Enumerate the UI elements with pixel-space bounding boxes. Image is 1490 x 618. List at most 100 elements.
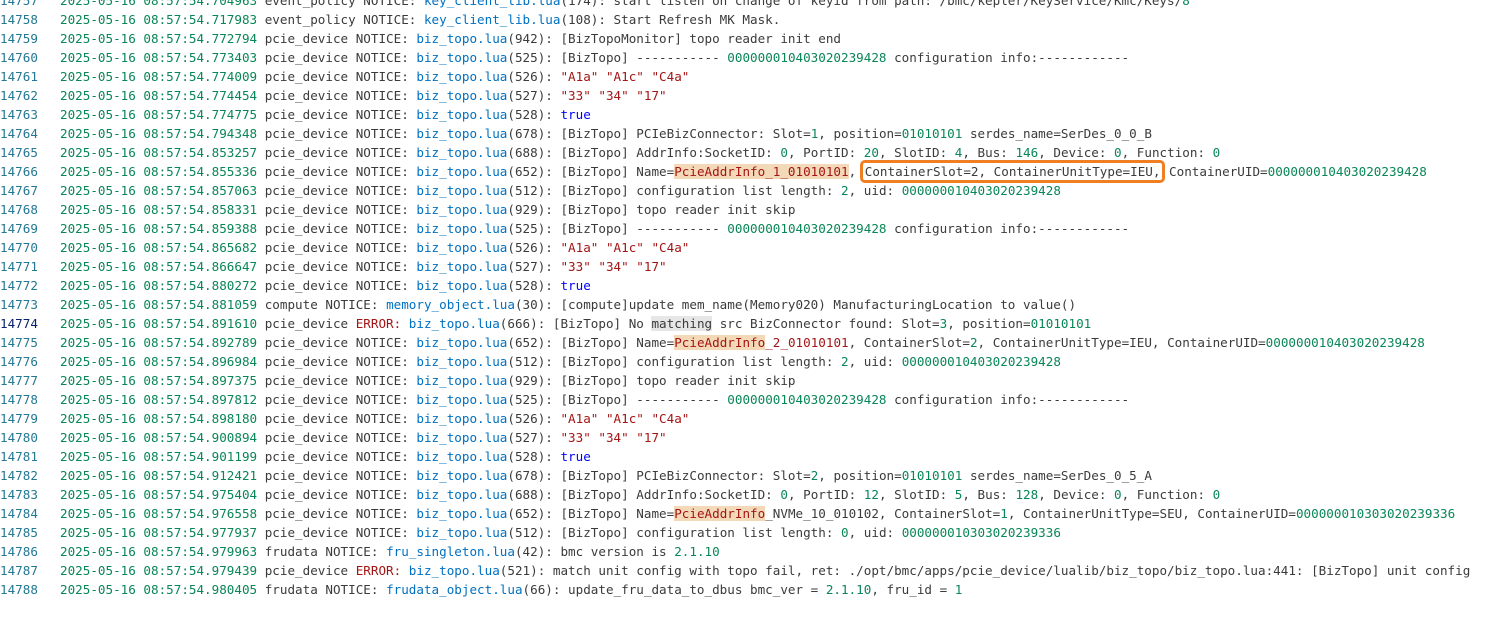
timestamp: 2025-05-16 08:57:54.853257 [60,145,258,160]
log-line[interactable]: 14778 2025-05-16 08:57:54.897812 pcie_dev… [0,390,1490,409]
log-line[interactable]: 14775 2025-05-16 08:57:54.892789 pcie_dev… [0,333,1490,352]
log-line[interactable]: 14781 2025-05-16 08:57:54.901199 pcie_dev… [0,447,1490,466]
log-line[interactable]: 14770 2025-05-16 08:57:54.865682 pcie_dev… [0,238,1490,257]
log-line[interactable]: 14765 2025-05-16 08:57:54.853257 pcie_dev… [0,143,1490,162]
source-link[interactable]: biz_topo.lua [416,449,507,464]
log-text: configuration info:------------ [886,221,1130,236]
source-link[interactable]: biz_topo.lua [416,31,507,46]
source-link[interactable]: biz_topo.lua [409,316,500,331]
log-text: , SlotID: [878,145,955,160]
source-link[interactable]: biz_topo.lua [416,164,507,179]
log-line[interactable]: 14769 2025-05-16 08:57:54.859388 pcie_dev… [0,219,1490,238]
search-highlight: PcieAddrInfo [674,335,766,350]
log-line[interactable]: 14761 2025-05-16 08:57:54.774009 pcie_dev… [0,67,1490,86]
source-link[interactable]: biz_topo.lua [409,563,500,578]
log-line[interactable]: 14764 2025-05-16 08:57:54.794348 pcie_dev… [0,124,1490,143]
log-line[interactable]: 14788 2025-05-16 08:57:54.980405 frudata … [0,580,1490,599]
source-link[interactable]: biz_topo.lua [416,335,507,350]
source-link[interactable]: biz_topo.lua [416,278,507,293]
line-number: 14776 [0,354,38,369]
source-link[interactable]: biz_topo.lua [416,202,507,217]
log-line[interactable]: 14758 2025-05-16 08:57:54.717983 event_po… [0,10,1490,29]
source-link[interactable]: biz_topo.lua [416,468,507,483]
log-line[interactable]: 14776 2025-05-16 08:57:54.896984 pcie_dev… [0,352,1490,371]
source-link[interactable]: biz_topo.lua [416,183,507,198]
source-link[interactable]: biz_topo.lua [416,411,507,426]
log-editor[interactable]: 14757 2025-05-16 08:57:54.704963 event_po… [0,0,1490,599]
error-level: ERROR: [355,316,409,331]
source-link[interactable]: biz_topo.lua [416,392,507,407]
log-line[interactable]: 14783 2025-05-16 08:57:54.975404 pcie_dev… [0,485,1490,504]
line-number: 14779 [0,411,38,426]
log-line[interactable]: 14767 2025-05-16 08:57:54.857063 pcie_dev… [0,181,1490,200]
log-text: event_policy [257,12,364,27]
log-line[interactable]: 14772 2025-05-16 08:57:54.880272 pcie_dev… [0,276,1490,295]
log-line[interactable]: 14774 2025-05-16 08:57:54.891610 pcie_dev… [0,314,1490,333]
source-link[interactable]: biz_topo.lua [416,487,507,502]
line-number: 14770 [0,240,38,255]
log-text: pcie_device [257,373,356,388]
log-text: NOTICE: [355,278,417,293]
log-line[interactable]: 14757 2025-05-16 08:57:54.704963 event_po… [0,0,1490,10]
source-link[interactable]: biz_topo.lua [416,107,507,122]
source-link[interactable]: memory_object.lua [386,297,515,312]
string-literal: "A1a" "A1c" "C4a" [560,69,690,84]
source-link[interactable]: biz_topo.lua [416,221,507,236]
log-line[interactable]: 14760 2025-05-16 08:57:54.773403 pcie_dev… [0,48,1490,67]
log-line-content: 2025-05-16 08:57:54.774775 pcie_device N… [60,105,591,124]
source-link[interactable]: biz_topo.lua [416,259,507,274]
source-link[interactable]: key_client_lib.lua [424,0,560,8]
log-line[interactable]: 14766 2025-05-16 08:57:54.855336 pcie_dev… [0,160,1490,183]
log-line[interactable]: 14780 2025-05-16 08:57:54.900894 pcie_dev… [0,428,1490,447]
log-line[interactable]: 14779 2025-05-16 08:57:54.898180 pcie_dev… [0,409,1490,428]
log-text: pcie_device [257,468,356,483]
log-line[interactable]: 14763 2025-05-16 08:57:54.774775 pcie_dev… [0,105,1490,124]
log-line[interactable]: 14768 2025-05-16 08:57:54.858331 pcie_dev… [0,200,1490,219]
source-link[interactable]: key_client_lib.lua [424,12,560,27]
timestamp: 2025-05-16 08:57:54.901199 [60,449,258,464]
source-link[interactable]: biz_topo.lua [416,506,507,521]
source-link[interactable]: biz_topo.lua [416,240,507,255]
log-line[interactable]: 14762 2025-05-16 08:57:54.774454 pcie_dev… [0,86,1490,105]
log-text: , uid: [848,525,902,540]
log-text: pcie_device [257,411,356,426]
source-link[interactable]: biz_topo.lua [416,145,507,160]
source-link[interactable]: biz_topo.lua [416,373,507,388]
source-link[interactable]: biz_topo.lua [416,69,507,84]
source-link[interactable]: biz_topo.lua [416,126,507,141]
log-text: serdes_name=SerDes_0_0_B [962,126,1152,141]
source-link[interactable]: biz_topo.lua [416,354,507,369]
source-link[interactable]: fru_singleton.lua [386,544,515,559]
log-line-content: 2025-05-16 08:57:54.892789 pcie_device N… [60,333,1425,352]
log-text: serdes_name=SerDes_0_5_A [962,468,1152,483]
log-line[interactable]: 14759 2025-05-16 08:57:54.772794 pcie_dev… [0,29,1490,48]
log-text: pcie_device [257,335,356,350]
log-line-content: 2025-05-16 08:57:54.979963 frudata NOTIC… [60,542,720,561]
log-text: , PortID: [787,145,864,160]
log-line[interactable]: 14786 2025-05-16 08:57:54.979963 frudata … [0,542,1490,561]
log-line[interactable]: 14773 2025-05-16 08:57:54.881059 compute … [0,295,1490,314]
source-link[interactable]: biz_topo.lua [416,50,507,65]
log-line[interactable]: 14777 2025-05-16 08:57:54.897375 pcie_dev… [0,371,1490,390]
log-line[interactable]: 14787 2025-05-16 08:57:54.979439 pcie_dev… [0,561,1490,580]
timestamp: 2025-05-16 08:57:54.979963 [60,544,258,559]
log-line[interactable]: 14785 2025-05-16 08:57:54.977937 pcie_dev… [0,523,1490,542]
log-text: NOTICE: [355,430,417,445]
log-line-content: 2025-05-16 08:57:54.866647 pcie_device N… [60,257,667,276]
log-text: pcie_device [257,259,356,274]
number: 000000010303020239336 [901,525,1061,540]
source-link[interactable]: biz_topo.lua [416,525,507,540]
source-link[interactable]: biz_topo.lua [416,88,507,103]
log-line[interactable]: 14782 2025-05-16 08:57:54.912421 pcie_dev… [0,466,1490,485]
log-text: , position= [947,316,1031,331]
log-text: (528): [507,449,561,464]
log-text: (527): [507,259,561,274]
log-line[interactable]: 14784 2025-05-16 08:57:54.976558 pcie_dev… [0,504,1490,523]
timestamp: 2025-05-16 08:57:54.881059 [60,297,258,312]
source-link[interactable]: frudata_object.lua [386,582,522,597]
log-text: (688): [BizTopo] AddrInfo:SocketID: [507,487,781,502]
log-line[interactable]: 14771 2025-05-16 08:57:54.866647 pcie_dev… [0,257,1490,276]
log-line-content: 2025-05-16 08:57:54.865682 pcie_device N… [60,238,689,257]
source-link[interactable]: biz_topo.lua [416,430,507,445]
log-line-content: 2025-05-16 08:57:54.980405 frudata NOTIC… [60,580,962,599]
